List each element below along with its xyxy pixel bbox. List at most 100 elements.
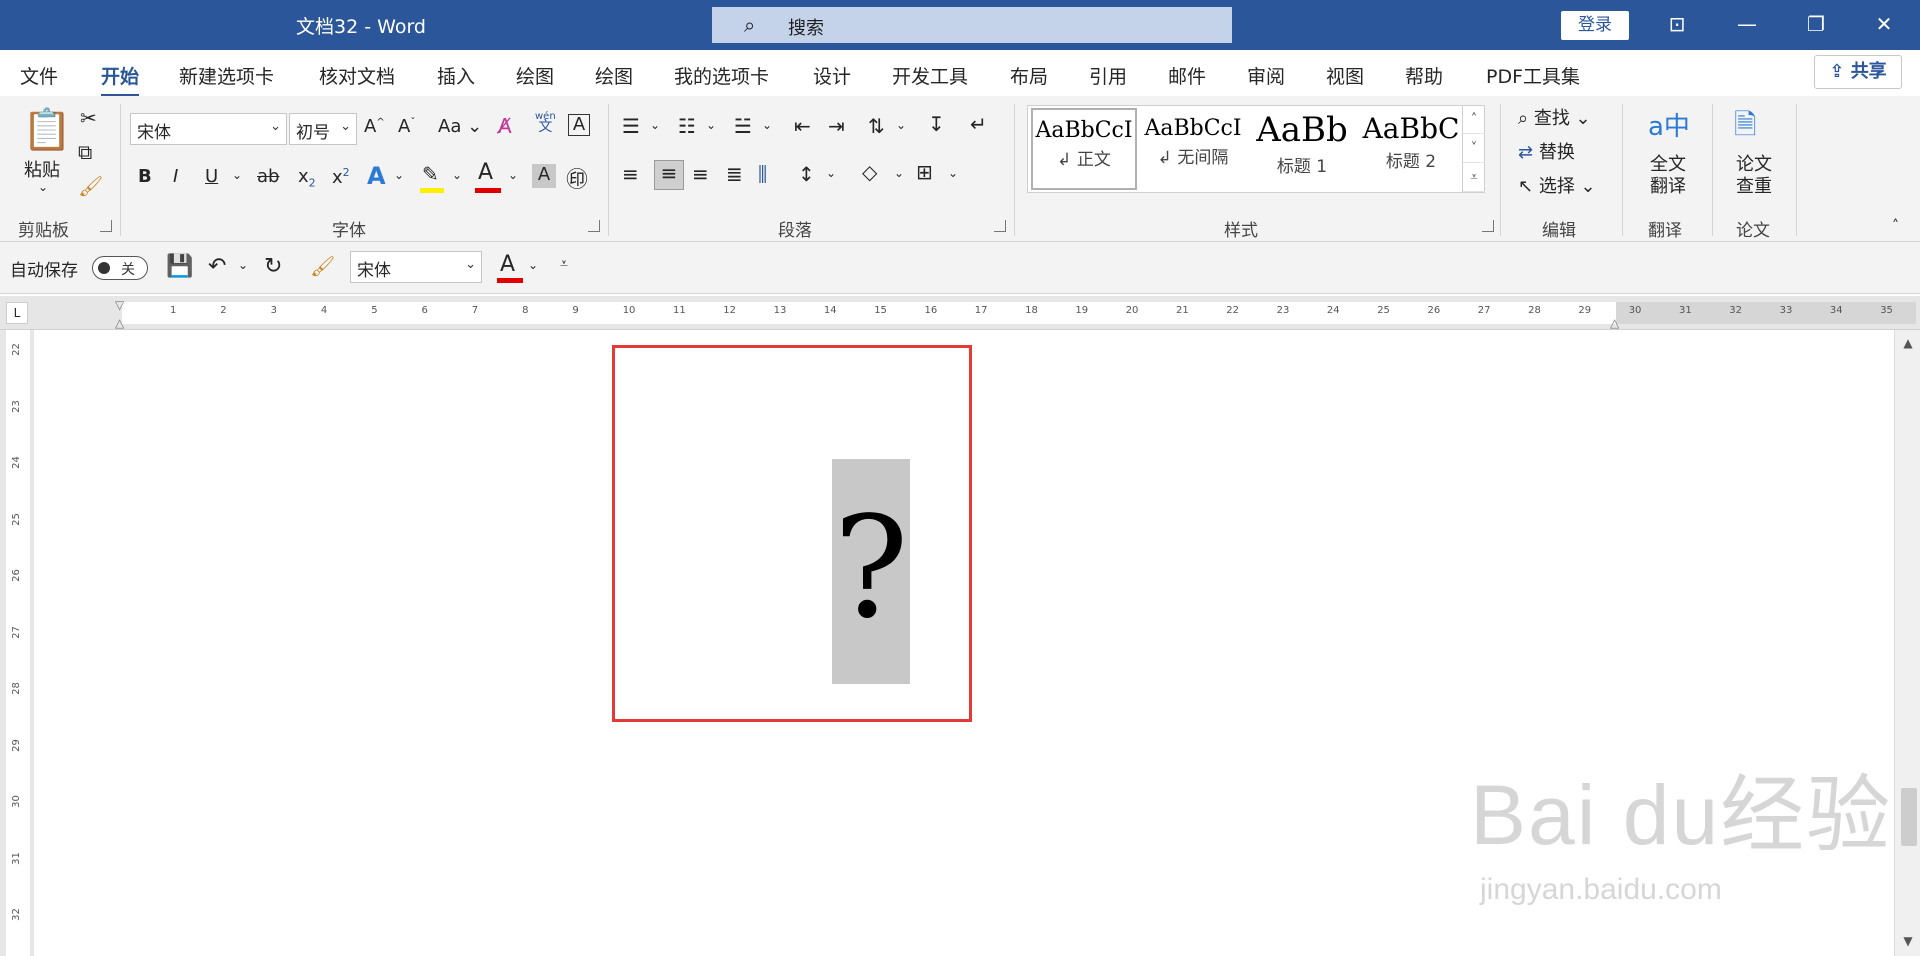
multilevel-dropdown-icon[interactable]: ⌄ <box>762 118 772 132</box>
style-heading-1[interactable]: AaBb 标题 1 <box>1249 108 1355 190</box>
find-button[interactable]: ⌕ 查找 ⌄ <box>1518 104 1591 130</box>
styles-launcher-icon[interactable] <box>1482 220 1494 232</box>
tab-home[interactable]: 开始 <box>101 62 140 97</box>
tab-insert[interactable]: 插入 <box>437 62 475 89</box>
text-direction-icon[interactable]: ⇅ <box>868 114 885 138</box>
missing-glyph-placeholder[interactable]: ? <box>832 459 910 684</box>
scroll-down-icon[interactable]: ▼ <box>1895 934 1920 956</box>
scroll-up-icon[interactable]: ▲ <box>1895 336 1920 358</box>
font-name-combo[interactable]: 宋体 ⌄ <box>130 113 287 145</box>
paragraph-launcher-icon[interactable] <box>994 220 1006 232</box>
bold-icon[interactable]: B <box>138 166 152 187</box>
phonetic-guide-icon[interactable]: wén 文 <box>535 112 556 135</box>
copy-icon[interactable]: ⧉ <box>78 140 92 164</box>
minimize-icon[interactable]: — <box>1733 10 1761 38</box>
underline-dropdown-icon[interactable]: ⌄ <box>232 168 242 182</box>
clipboard-launcher-icon[interactable] <box>100 220 112 232</box>
tab-references[interactable]: 引用 <box>1089 62 1127 89</box>
character-border-icon[interactable]: A <box>568 114 590 136</box>
text-effects-dropdown-icon[interactable]: ⌄ <box>394 168 404 182</box>
shading-dropdown-icon[interactable]: ⌄ <box>894 166 904 180</box>
redo-icon[interactable]: ↻ <box>264 254 282 279</box>
line-spacing-dropdown-icon[interactable]: ⌄ <box>826 166 836 180</box>
increase-indent-icon[interactable]: ⇥ <box>828 114 845 138</box>
undo-dropdown-icon[interactable]: ⌄ <box>238 258 248 272</box>
translate-icon[interactable]: a中 <box>1648 106 1690 143</box>
text-direction-dropdown-icon[interactable]: ⌄ <box>896 118 906 132</box>
hanging-indent-marker[interactable]: △ <box>115 316 124 330</box>
font-color-dropdown-icon[interactable]: ⌄ <box>508 168 518 182</box>
close-icon[interactable]: ✕ <box>1870 10 1898 38</box>
restore-icon[interactable]: ❐ <box>1802 10 1830 38</box>
tab-new-tab[interactable]: 新建选项卡 <box>179 62 274 89</box>
search-box[interactable]: ⌕ 搜索 <box>712 7 1232 43</box>
line-spacing-icon[interactable]: ↕ <box>798 162 815 186</box>
strikethrough-icon[interactable]: ab <box>257 166 279 187</box>
borders-icon[interactable]: ⊞ <box>916 160 933 184</box>
tab-review[interactable]: 审阅 <box>1247 62 1285 89</box>
tab-design[interactable]: 设计 <box>813 62 851 89</box>
tab-draw-1[interactable]: 绘图 <box>516 62 554 89</box>
collapse-ribbon-icon[interactable]: ˄ <box>1892 218 1899 234</box>
tab-my-tab[interactable]: 我的选项卡 <box>674 62 769 89</box>
qat-font-color-icon[interactable]: A <box>500 252 515 277</box>
autosave-toggle[interactable]: 关 <box>92 256 148 280</box>
numbering-dropdown-icon[interactable]: ⌄ <box>706 118 716 132</box>
scroll-thumb[interactable] <box>1901 788 1917 846</box>
underline-icon[interactable]: U <box>205 166 218 187</box>
text-effects-icon[interactable]: A <box>367 162 386 190</box>
shrink-font-icon[interactable]: Aˇ <box>398 116 415 137</box>
login-button[interactable]: 登录 <box>1561 11 1629 40</box>
qat-font-combo[interactable]: 宋体 ⌄ <box>350 251 482 283</box>
character-shading-icon[interactable]: A <box>532 164 556 188</box>
tab-layout[interactable]: 布局 <box>1010 62 1048 89</box>
cut-icon[interactable]: ✂ <box>80 106 97 130</box>
tab-help[interactable]: 帮助 <box>1405 62 1443 89</box>
sort-icon[interactable]: ↧ <box>928 112 945 136</box>
align-left-icon[interactable]: ≡ <box>622 162 639 186</box>
justify-icon[interactable]: ≣ <box>726 162 743 186</box>
format-painter-qat-icon[interactable]: 🖌 <box>310 254 335 278</box>
more-styles-icon[interactable]: ⩡ <box>1463 163 1485 192</box>
paper-check-button[interactable]: 论文 查重 <box>1736 154 1772 198</box>
tab-mailings[interactable]: 邮件 <box>1168 62 1206 89</box>
undo-icon[interactable]: ↶ <box>208 254 226 279</box>
align-right-icon[interactable]: ≡ <box>692 162 709 186</box>
shading-icon[interactable]: ◇ <box>862 160 877 184</box>
paste-dropdown-icon[interactable]: ⌄ <box>38 180 48 194</box>
distributed-icon[interactable]: ⫼ <box>758 162 767 186</box>
qat-font-color-dropdown-icon[interactable]: ⌄ <box>528 258 538 272</box>
superscript-icon[interactable]: x2 <box>332 166 350 188</box>
tab-selector-icon[interactable]: L <box>6 302 28 324</box>
paragraph-mark-icon[interactable]: ↵ <box>970 112 987 136</box>
style-normal[interactable]: AaBbCcI ↲ 正文 <box>1031 108 1137 190</box>
font-color-icon[interactable]: A <box>478 160 493 185</box>
highlight-icon[interactable]: ✎ <box>422 162 439 186</box>
change-case-button[interactable]: Aa ⌄ <box>438 116 482 137</box>
subscript-icon[interactable]: x2 <box>298 166 316 190</box>
multilevel-list-icon[interactable]: ☱ <box>734 114 752 138</box>
format-painter-icon[interactable]: 🖌 <box>78 174 103 198</box>
ribbon-display-options-icon[interactable]: ⊡ <box>1663 10 1691 38</box>
right-indent-marker[interactable]: △ <box>1610 316 1619 330</box>
first-line-indent-marker[interactable]: ▽ <box>115 298 124 312</box>
chevron-down-icon[interactable]: ˅ <box>1463 134 1485 163</box>
numbering-icon[interactable]: ☷ <box>678 114 696 138</box>
select-button[interactable]: ↖ 选择 ⌄ <box>1518 172 1596 198</box>
save-icon[interactable]: 💾 <box>166 254 193 279</box>
bullets-icon[interactable]: ☰ <box>622 114 640 138</box>
vertical-scrollbar[interactable]: ▲ ▼ <box>1894 330 1920 956</box>
decrease-indent-icon[interactable]: ⇤ <box>794 114 811 138</box>
chevron-up-icon[interactable]: ˄ <box>1463 105 1485 134</box>
style-no-spacing[interactable]: AaBbCcI ↲ 无间隔 <box>1140 108 1246 190</box>
style-heading-2[interactable]: AaBbC 标题 2 <box>1358 108 1464 190</box>
share-button[interactable]: ⇪ 共享 <box>1814 55 1902 89</box>
paste-icon[interactable]: 📋 <box>22 106 72 153</box>
borders-dropdown-icon[interactable]: ⌄ <box>948 166 958 180</box>
enclose-characters-icon[interactable]: ㊞ <box>566 162 588 194</box>
replace-button[interactable]: ⇄ 替换 <box>1518 138 1575 164</box>
tab-pdf-tools[interactable]: PDF工具集 <box>1486 62 1580 89</box>
align-center-icon[interactable]: ≡ <box>654 160 684 190</box>
font-size-combo[interactable]: 初号 ⌄ <box>289 113 357 145</box>
italic-icon[interactable]: I <box>173 166 178 187</box>
